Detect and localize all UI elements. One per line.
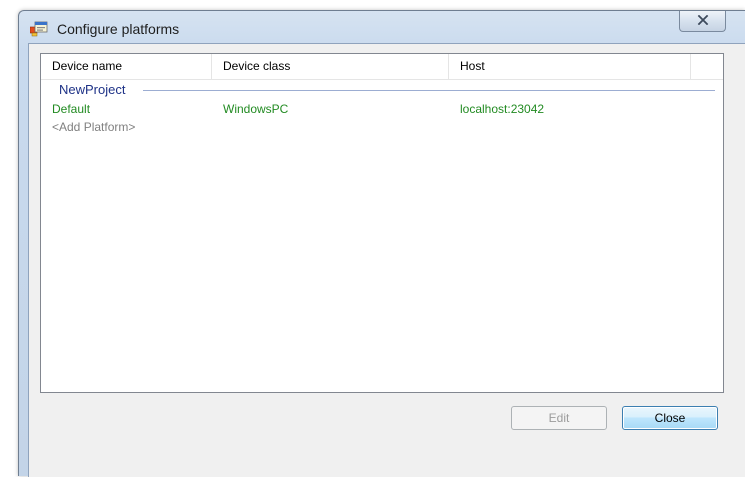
- column-header-device-class[interactable]: Device class: [212, 54, 449, 79]
- close-icon: [697, 12, 709, 30]
- cell-host: localhost:23042: [460, 102, 545, 116]
- configure-app-icon: [29, 21, 48, 37]
- platforms-list[interactable]: Device name Device class Host NewProject…: [40, 53, 724, 393]
- group-header-newproject[interactable]: NewProject: [41, 81, 723, 99]
- title-bar[interactable]: Configure platforms: [19, 11, 745, 43]
- close-button[interactable]: Close: [622, 406, 718, 430]
- window-close-button[interactable]: [679, 11, 726, 32]
- group-divider: [143, 90, 715, 91]
- column-header-device-name[interactable]: Device name: [41, 54, 212, 79]
- edit-button[interactable]: Edit: [511, 406, 607, 430]
- cell-device-name: Default: [52, 102, 91, 116]
- dialog-client-area: Device name Device class Host NewProject…: [28, 43, 745, 477]
- platform-row-default[interactable]: Default WindowsPC localhost:23042: [41, 100, 723, 118]
- window-title: Configure platforms: [57, 21, 180, 37]
- column-header-filler: [691, 54, 723, 79]
- column-header-host[interactable]: Host: [449, 54, 691, 79]
- list-header: Device name Device class Host: [41, 54, 723, 80]
- cell-device-class: WindowsPC: [223, 102, 289, 116]
- group-label: NewProject: [59, 82, 126, 97]
- configure-platforms-dialog: Configure platforms Device name Device c…: [18, 10, 745, 477]
- add-platform-label: <Add Platform>: [52, 120, 136, 134]
- add-platform-row[interactable]: <Add Platform>: [41, 118, 723, 136]
